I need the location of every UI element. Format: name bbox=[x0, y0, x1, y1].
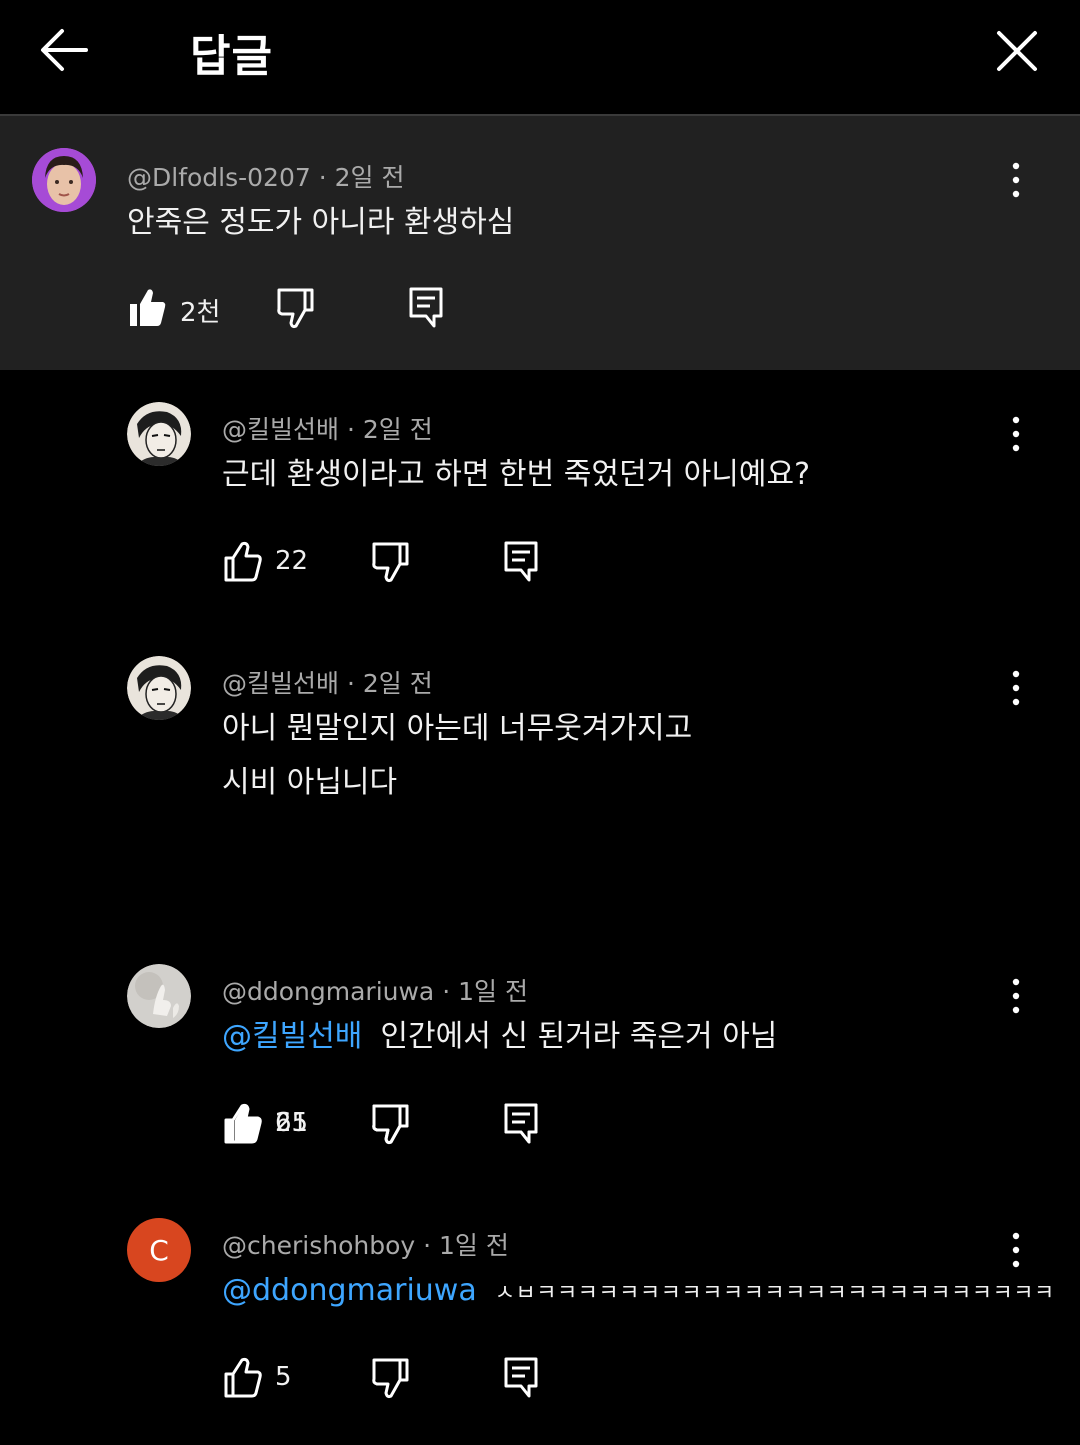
comment-text-line: 근데 환생이라고 하면 한번 죽었던거 아니예요? bbox=[222, 448, 810, 502]
comment-meta: @Dlfodls-0207 · 2일 전 bbox=[127, 163, 405, 192]
comment-meta: @킬빌선배 · 2일 전 bbox=[222, 415, 433, 444]
reply-button[interactable] bbox=[408, 286, 444, 330]
reply-icon bbox=[504, 541, 538, 582]
comment-author[interactable]: @킬빌선배 bbox=[222, 415, 339, 444]
comment-text-content: 시비 아닙니다 bbox=[222, 765, 398, 800]
avatar[interactable]: C bbox=[127, 1218, 191, 1282]
like-count: 5 bbox=[275, 1362, 292, 1392]
like-button[interactable] bbox=[223, 1356, 263, 1400]
comment-actions: 61 bbox=[223, 1102, 553, 1150]
comment-text-content: 아니 뭔말인지 아는데 너무웃겨가지고 bbox=[222, 711, 693, 746]
comment-text-content: ㅅㅂㅋㅋㅋㅋㅋㅋㅋㅋㅋㅋㅋㅋㅋㅋㅋㅋㅋㅋㅋㅋㅋㅋㅋㅋㅋ bbox=[494, 1281, 1055, 1306]
avatar[interactable] bbox=[127, 656, 191, 720]
comment-meta: @ddongmariuwa · 1일 전 bbox=[222, 977, 528, 1006]
avatar[interactable] bbox=[32, 148, 96, 212]
parent-comment: @Dlfodls-0207 · 2일 전 안죽은 정도가 아니라 환생하심 2천 bbox=[0, 116, 1080, 370]
more-options-icon[interactable] bbox=[1004, 976, 1028, 1016]
thumbs-down-icon bbox=[372, 1358, 409, 1399]
mention-link[interactable]: @킬빌선배 bbox=[222, 1019, 362, 1054]
like-count: 61 bbox=[275, 1108, 309, 1138]
thumbs-up-filled-icon bbox=[130, 289, 166, 326]
like-button[interactable] bbox=[223, 540, 263, 584]
reply-icon bbox=[409, 287, 443, 328]
comment-text: 아니 뭔말인지 아는데 너무웃겨가지고시비 아닙니다 bbox=[222, 702, 692, 810]
thumbs-down-icon bbox=[372, 542, 409, 583]
avatar-letter: C bbox=[149, 1233, 169, 1267]
thumbs-down-icon bbox=[277, 288, 314, 329]
thumbs-down-icon bbox=[372, 1104, 409, 1145]
comment-author[interactable]: @Dlfodls-0207 bbox=[127, 163, 311, 192]
more-options-icon[interactable] bbox=[1004, 1230, 1028, 1270]
thumbs-up-icon bbox=[224, 1357, 262, 1398]
page-title: 답글 bbox=[190, 31, 273, 82]
comment-text: 안죽은 정도가 아니라 환생하심 bbox=[127, 205, 515, 240]
comment-text-line: 시비 아닙니다 bbox=[222, 756, 692, 810]
comment-actions: 22 bbox=[223, 540, 553, 588]
more-options-icon[interactable] bbox=[1004, 668, 1028, 708]
comment-time: 1일 전 bbox=[458, 977, 528, 1006]
reply-icon bbox=[504, 1357, 538, 1398]
mention-link[interactable]: @ddongmariuwa bbox=[222, 1273, 477, 1308]
more-options-icon[interactable] bbox=[1004, 414, 1028, 454]
comment-time: 2일 전 bbox=[362, 669, 433, 698]
close-icon[interactable] bbox=[994, 28, 1040, 74]
comment-time: 2일 전 bbox=[334, 163, 405, 192]
reply-comment: C @cherishohboy · 1일 전 @ddongmariuwa ㅅㅂㅋㅋ… bbox=[0, 1218, 1080, 1412]
like-button[interactable] bbox=[128, 286, 168, 330]
avatar[interactable] bbox=[127, 402, 191, 466]
comment-text: @ddongmariuwa ㅅㅂㅋㅋㅋㅋㅋㅋㅋㅋㅋㅋㅋㅋㅋㅋㅋㅋㅋㅋㅋㅋㅋㅋㅋㅋㅋ bbox=[222, 1264, 1055, 1321]
comment-meta: @cherishohboy · 1일 전 bbox=[222, 1231, 509, 1260]
thumbs-up-icon bbox=[224, 541, 262, 582]
comment-text: @킬빌선배 인간에서 신 된거라 죽은거 아님 bbox=[222, 1010, 777, 1064]
comment-text-content: 근데 환생이라고 하면 한번 죽었던거 아니예요? bbox=[222, 457, 811, 492]
like-count: 2천 bbox=[180, 298, 221, 328]
comment-author[interactable]: @cherishohboy bbox=[222, 1231, 415, 1260]
comment-text-line: 아니 뭔말인지 아는데 너무웃겨가지고 bbox=[222, 702, 692, 756]
dislike-button[interactable] bbox=[276, 286, 316, 330]
reply-button[interactable] bbox=[503, 1102, 539, 1146]
comment-text-line: @킬빌선배 인간에서 신 된거라 죽은거 아님 bbox=[222, 1010, 777, 1064]
comment-text-line: @ddongmariuwa ㅅㅂㅋㅋㅋㅋㅋㅋㅋㅋㅋㅋㅋㅋㅋㅋㅋㅋㅋㅋㅋㅋㅋㅋㅋㅋㅋ bbox=[222, 1264, 1055, 1321]
avatar[interactable] bbox=[127, 964, 191, 1028]
like-count: 22 bbox=[275, 546, 309, 576]
comment-author[interactable]: @킬빌선배 bbox=[222, 669, 339, 698]
more-options-icon[interactable] bbox=[1004, 160, 1028, 200]
comment-actions: 5 bbox=[223, 1356, 553, 1404]
reply-comment: @ddongmariuwa · 1일 전 @킬빌선배 인간에서 신 된거라 죽은거… bbox=[0, 964, 1080, 1158]
thumbs-up-filled-icon bbox=[225, 1105, 261, 1142]
dislike-button[interactable] bbox=[371, 1356, 411, 1400]
reply-comment: @킬빌선배 · 2일 전 근데 환생이라고 하면 한번 죽었던거 아니예요? 2… bbox=[0, 402, 1080, 596]
header: 답글 bbox=[0, 0, 1080, 116]
reply-icon bbox=[504, 1103, 538, 1144]
comment-text-content: 인간에서 신 된거라 죽은거 아님 bbox=[380, 1019, 778, 1054]
dislike-button[interactable] bbox=[371, 540, 411, 584]
comment-actions: 2천 bbox=[128, 286, 458, 334]
reply-button[interactable] bbox=[503, 540, 539, 584]
comment-time: 1일 전 bbox=[439, 1231, 509, 1260]
dislike-button[interactable] bbox=[371, 1102, 411, 1146]
like-button[interactable] bbox=[223, 1102, 263, 1146]
comment-author[interactable]: @ddongmariuwa bbox=[222, 977, 434, 1006]
reply-button[interactable] bbox=[503, 1356, 539, 1400]
comment-text: 근데 환생이라고 하면 한번 죽었던거 아니예요? bbox=[222, 448, 810, 502]
comment-time: 2일 전 bbox=[362, 415, 433, 444]
comment-meta: @킬빌선배 · 2일 전 bbox=[222, 669, 433, 698]
back-arrow-icon[interactable] bbox=[38, 26, 90, 74]
